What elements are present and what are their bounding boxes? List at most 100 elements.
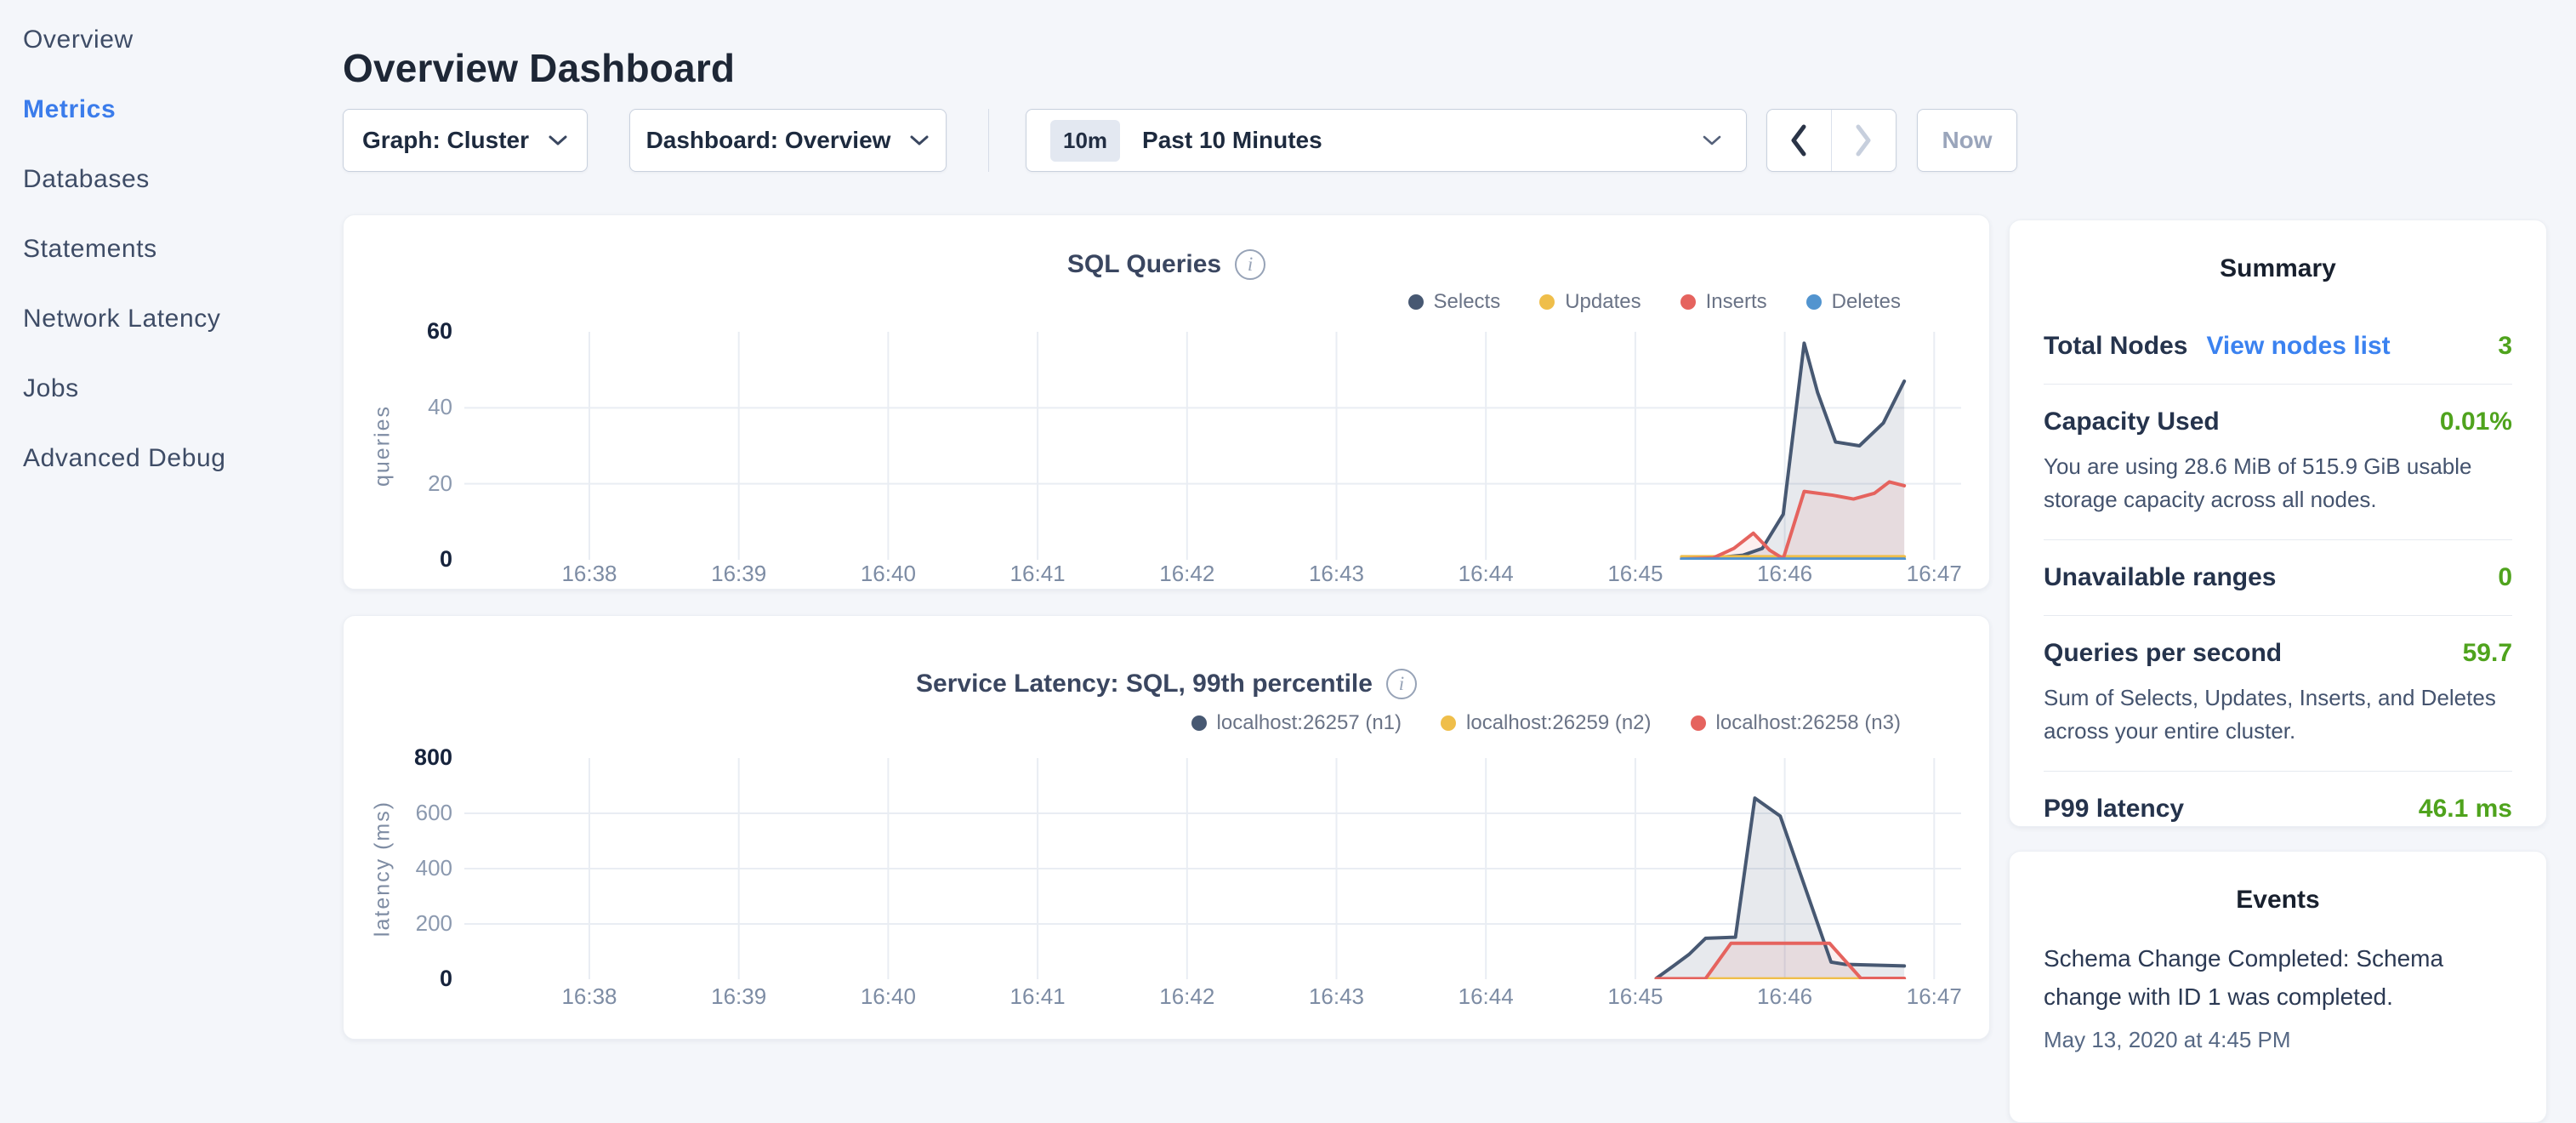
summary-row-label: Queries per second (2044, 639, 2282, 668)
summary-row-value: 59.7 (2463, 639, 2512, 668)
summary-row: P99 latency46.1 ms (2044, 772, 2512, 847)
event-timestamp: May 13, 2020 at 4:45 PM (2044, 1027, 2512, 1053)
arrow-left-icon (1788, 123, 1810, 158)
legend-item[interactable]: localhost:26259 (n2) (1441, 711, 1651, 735)
legend-dot-icon (1408, 294, 1424, 310)
x-tick-label: 16:40 (828, 561, 947, 587)
legend-label: Selects (1434, 290, 1501, 314)
legend-dot-icon (1680, 294, 1696, 310)
x-tick-label: 16:42 (1128, 983, 1247, 1010)
legend-label: localhost:26259 (n2) (1466, 711, 1651, 735)
x-tick-label: 16:41 (978, 561, 1097, 587)
summary-row-value: 3 (2498, 332, 2512, 361)
x-tick-label: 16:46 (1726, 561, 1845, 587)
x-tick-label: 16:47 (1874, 983, 1993, 1010)
view-nodes-list-link[interactable]: View nodes list (2206, 332, 2390, 361)
legend-item[interactable]: Inserts (1680, 290, 1767, 314)
summary-row-value: 0 (2498, 563, 2512, 592)
time-range-badge: 10m (1050, 120, 1120, 162)
chevron-down-icon (909, 134, 930, 146)
legend-item[interactable]: Selects (1408, 290, 1501, 314)
legend-item[interactable]: Updates (1539, 290, 1641, 314)
events-title: Events (2010, 852, 2546, 915)
now-button[interactable]: Now (1917, 109, 2017, 172)
sidebar-item-metrics[interactable]: Metrics (23, 75, 329, 145)
y-tick-label: 20 (344, 470, 452, 497)
x-tick-label: 16:41 (978, 983, 1097, 1010)
now-button-label: Now (1942, 127, 1992, 154)
summary-row: Capacity Used0.01%You are using 28.6 MiB… (2044, 385, 2512, 540)
chart-legend: Selects Updates Inserts Deletes (1408, 290, 1902, 314)
next-time-window-button[interactable] (1832, 110, 1896, 171)
chart-title: SQL Queries (1067, 250, 1221, 279)
events-panel: Events Schema Change Completed: Schema c… (2009, 851, 2547, 1123)
sidebar-item-advanced-debug[interactable]: Advanced Debug (23, 424, 329, 493)
legend-item[interactable]: Deletes (1806, 290, 1901, 314)
time-range-label: Past 10 Minutes (1142, 127, 1322, 154)
y-tick-label: 400 (344, 855, 452, 881)
dashboard-dropdown-label: Dashboard: Overview (646, 127, 891, 154)
x-tick-label: 16:39 (680, 983, 799, 1010)
sidebar-item-databases[interactable]: Databases (23, 145, 329, 214)
arrow-right-icon (1852, 123, 1874, 158)
summary-row-label: Capacity Used (2044, 408, 2220, 436)
sql-queries-chart-card: SQL Queries i Selects Updates Inserts Delet… (343, 214, 1990, 590)
time-window-arrows (1766, 109, 1896, 172)
previous-time-window-button[interactable] (1767, 110, 1832, 171)
y-tick-label: 800 (344, 744, 452, 771)
x-tick-label: 16:42 (1128, 561, 1247, 587)
summary-row: Unavailable ranges 0 (2044, 540, 2512, 616)
graph-dropdown[interactable]: Graph: Cluster (343, 109, 588, 172)
x-tick-label: 16:43 (1277, 983, 1396, 1010)
summary-panel: Summary Total Nodes View nodes list 3 Capac… (2009, 219, 2547, 827)
x-tick-label: 16:44 (1426, 561, 1545, 587)
summary-row-description: You are using 28.6 MiB of 515.9 GiB usab… (2044, 450, 2512, 516)
legend-label: localhost:26258 (n3) (1716, 711, 1901, 735)
sidebar-item-jobs[interactable]: Jobs (23, 354, 329, 424)
y-tick-label: 0 (344, 546, 452, 573)
legend-item[interactable]: localhost:26258 (n3) (1691, 711, 1901, 735)
summary-title: Summary (2010, 220, 2546, 283)
sidebar-item-overview[interactable]: Overview (23, 5, 329, 75)
summary-row-label: Total Nodes (2044, 332, 2187, 361)
legend-label: Deletes (1832, 290, 1901, 314)
chart-plot-area (464, 332, 1961, 560)
sidebar-item-statements[interactable]: Statements (23, 214, 329, 284)
x-tick-label: 16:38 (530, 561, 649, 587)
x-tick-label: 16:44 (1426, 983, 1545, 1010)
event-item[interactable]: Schema Change Completed: Schema change w… (2044, 940, 2512, 1053)
service-latency-chart-card: Service Latency: SQL, 99th percentile i … (343, 615, 1990, 1040)
y-tick-label: 60 (344, 318, 452, 345)
y-tick-label: 200 (344, 910, 452, 937)
summary-row: Queries per second 59.7 Sum of Selects, Up… (2044, 616, 2512, 772)
info-icon[interactable]: i (1235, 249, 1265, 280)
summary-row-description: Sum of Selects, Updates, Inserts, and De… (2044, 681, 2512, 748)
info-icon[interactable]: i (1386, 669, 1417, 699)
time-range-dropdown[interactable]: 10m Past 10 Minutes (1026, 109, 1747, 172)
y-tick-label: 40 (344, 394, 452, 420)
sidebar: OverviewMetricsDatabasesStatementsNetwor… (23, 5, 329, 493)
x-tick-label: 16:43 (1277, 561, 1396, 587)
toolbar-divider (988, 109, 989, 172)
legend-label: Updates (1565, 290, 1641, 314)
legend-dot-icon (1191, 715, 1207, 731)
x-tick-label: 16:46 (1726, 983, 1845, 1010)
x-tick-label: 16:45 (1576, 983, 1695, 1010)
summary-row-label: Unavailable ranges (2044, 563, 2276, 592)
legend-dot-icon (1691, 715, 1706, 731)
chart-legend: localhost:26257 (n1) localhost:26259 (n2)… (1191, 711, 1901, 735)
dashboard-dropdown[interactable]: Dashboard: Overview (629, 109, 947, 172)
chevron-down-icon (1702, 134, 1722, 146)
legend-dot-icon (1441, 715, 1456, 731)
y-tick-label: 600 (344, 800, 452, 826)
x-tick-label: 16:38 (530, 983, 649, 1010)
summary-row: Total Nodes View nodes list 3 (2044, 309, 2512, 385)
legend-dot-icon (1539, 294, 1555, 310)
legend-item[interactable]: localhost:26257 (n1) (1191, 711, 1402, 735)
chart-plot-area (464, 758, 1961, 979)
sidebar-item-network-latency[interactable]: Network Latency (23, 284, 329, 354)
summary-row-value: 46.1 ms (2419, 795, 2512, 824)
page-title: Overview Dashboard (343, 45, 735, 91)
chevron-down-icon (548, 134, 568, 146)
legend-label: Inserts (1706, 290, 1767, 314)
